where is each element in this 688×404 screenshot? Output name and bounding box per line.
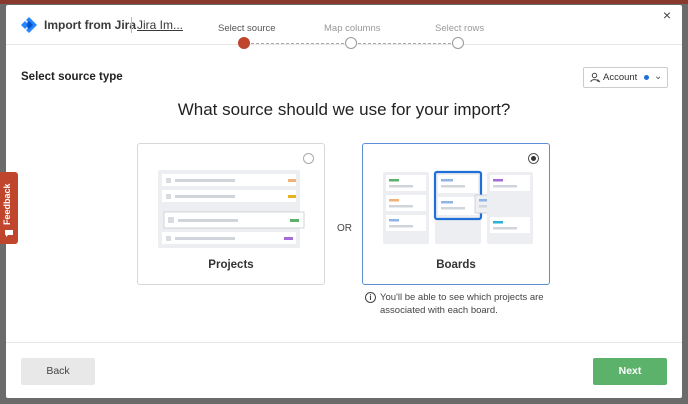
project-link[interactable]: Jira Im... — [137, 18, 183, 32]
close-icon[interactable]: × — [660, 8, 674, 22]
card-label-boards: Boards — [436, 259, 476, 271]
step-label-map-columns: Map columns — [324, 23, 381, 34]
step-dot-select-source — [238, 37, 250, 49]
feedback-label: Feedback — [2, 183, 12, 225]
jira-logo-icon — [21, 17, 37, 33]
chevron-down-icon: ⌄ — [654, 71, 663, 82]
radio-projects[interactable] — [303, 153, 314, 164]
step-connector — [358, 43, 451, 44]
step-connector — [251, 43, 344, 44]
section-title: Select source type — [21, 71, 123, 83]
account-label: Account — [603, 72, 638, 83]
step-dot-select-rows — [452, 37, 464, 49]
title-divider — [131, 17, 132, 33]
option-card-boards[interactable]: Boards — [362, 143, 550, 285]
step-label-select-source: Select source — [218, 23, 276, 34]
page-question: What source should we use for your impor… — [177, 100, 511, 119]
user-icon — [590, 72, 601, 83]
step-dot-map-columns — [345, 37, 357, 49]
option-card-projects[interactable]: Projects — [137, 143, 325, 285]
info-text: You'll be able to see which projects are… — [380, 292, 544, 316]
feedback-tab[interactable]: Feedback — [0, 172, 18, 244]
modal-header: Import from Jira Jira Im... × Select sou… — [6, 5, 682, 49]
step-label-select-rows: Select rows — [435, 23, 485, 34]
feedback-icon — [5, 230, 13, 237]
import-modal: Import from Jira Jira Im... × Select sou… — [6, 5, 682, 398]
next-button[interactable]: Next — [593, 358, 667, 385]
back-button[interactable]: Back — [21, 358, 95, 385]
or-divider: OR — [337, 223, 352, 234]
modal-footer: Back Next — [6, 342, 682, 398]
card-label-projects: Projects — [208, 259, 254, 271]
info-icon: i — [365, 292, 376, 303]
app-title: Import from Jira — [44, 18, 137, 32]
radio-boards[interactable] — [528, 153, 539, 164]
background-strip — [0, 0, 688, 4]
stepper: Select source Map columns Select rows — [206, 23, 484, 53]
account-dropdown[interactable]: Account ⌄ — [583, 67, 668, 88]
status-dot — [644, 75, 649, 80]
